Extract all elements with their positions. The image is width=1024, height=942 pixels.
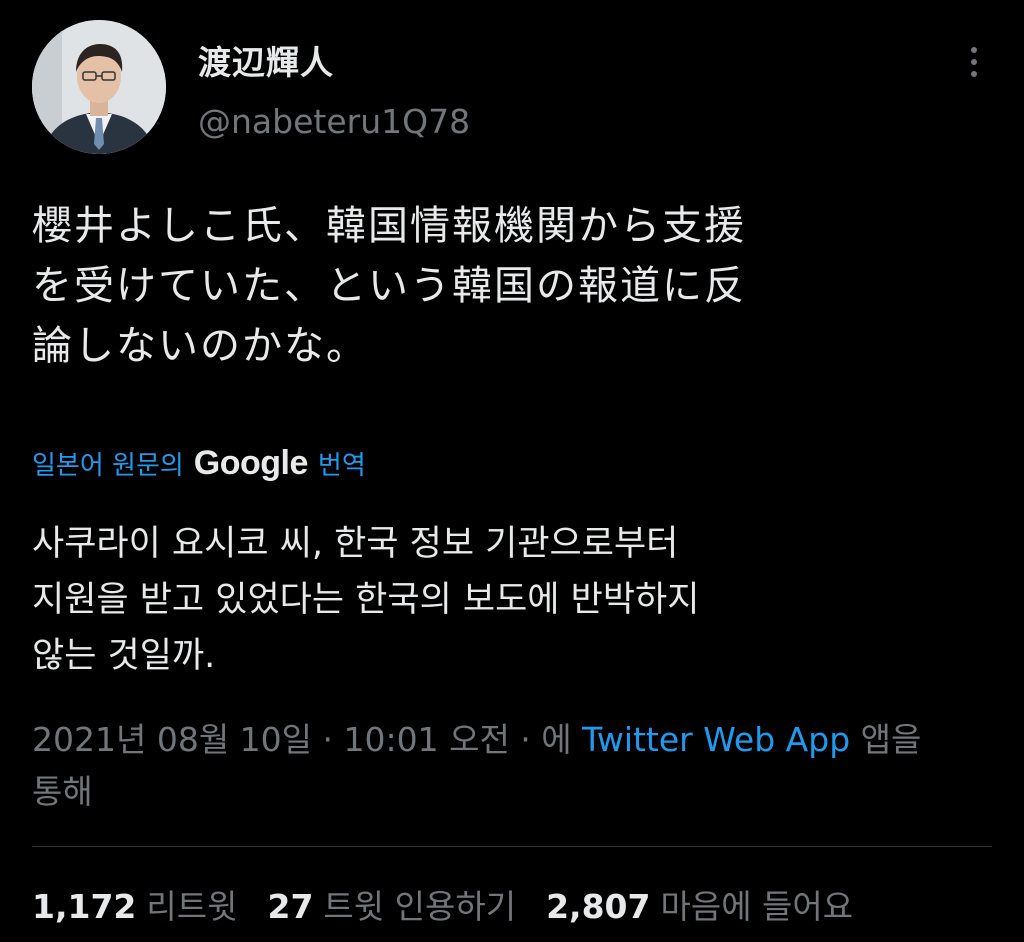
via-text: 앱을 bbox=[860, 720, 922, 759]
likes-stat[interactable]: 2,807 마음에 들어요 bbox=[546, 880, 853, 928]
dot bbox=[971, 71, 977, 77]
divider bbox=[32, 846, 992, 847]
author-handle[interactable]: @nabeteru1Q78 bbox=[198, 102, 470, 141]
avatar-image bbox=[32, 20, 166, 154]
tweet-meta: 2021년 08월 10일 · 10:01 오전 · 에 Twitter Web… bbox=[32, 714, 1012, 818]
tweet-line: を受けていた、という韓国の報道に反 bbox=[32, 263, 746, 309]
tweet-line: 論しないのかな。 bbox=[32, 323, 368, 369]
via-text: 통해 bbox=[32, 772, 93, 811]
translation-suffix: 번역 bbox=[317, 451, 366, 481]
tweet-stats: 1,172 리트윗 27 트윗 인용하기 2,807 마음에 들어요 bbox=[32, 880, 853, 928]
source-app-link[interactable]: Twitter Web App bbox=[582, 720, 850, 759]
translated-text: 사쿠라이 요시코 씨, 한국 정보 기관으로부터 지원을 받고 있었다는 한국의… bbox=[32, 516, 992, 684]
quote-count: 27 bbox=[267, 887, 314, 926]
retweet-count: 1,172 bbox=[32, 887, 137, 926]
quote-label: 트윗 인용하기 bbox=[323, 887, 517, 926]
tweet-line: 櫻井よしこ氏、韓国情報機関から支援 bbox=[32, 203, 746, 249]
translation-prefix: 일본어 원문의 bbox=[32, 451, 184, 481]
retweet-label: 리트윗 bbox=[146, 887, 238, 926]
avatar[interactable] bbox=[32, 20, 166, 154]
translated-line: 지원을 받고 있었다는 한국의 보도에 반박하지 bbox=[32, 580, 700, 620]
translated-line: 사쿠라이 요시코 씨, 한국 정보 기관으로부터 bbox=[32, 524, 679, 564]
google-logo: Google bbox=[193, 444, 309, 482]
more-vertical-icon[interactable] bbox=[958, 40, 990, 84]
retweets-stat[interactable]: 1,172 리트윗 bbox=[32, 880, 237, 928]
tweet-datetime[interactable]: 2021년 08월 10일 · 10:01 오전 · 에 bbox=[32, 720, 572, 759]
author-name[interactable]: 渡辺輝人 bbox=[198, 36, 334, 84]
quote-tweets-stat[interactable]: 27 트윗 인용하기 bbox=[267, 880, 516, 928]
dot bbox=[971, 59, 977, 65]
like-count: 2,807 bbox=[546, 887, 651, 926]
tweet-text: 櫻井よしこ氏、韓国情報機関から支援 を受けていた、という韓国の報道に反 論しない… bbox=[32, 196, 992, 376]
translated-line: 않는 것일까. bbox=[32, 636, 216, 676]
like-label: 마음에 들어요 bbox=[660, 887, 854, 926]
translation-attribution[interactable]: 일본어 원문의 Google 번역 bbox=[32, 444, 366, 483]
dot bbox=[971, 47, 977, 53]
